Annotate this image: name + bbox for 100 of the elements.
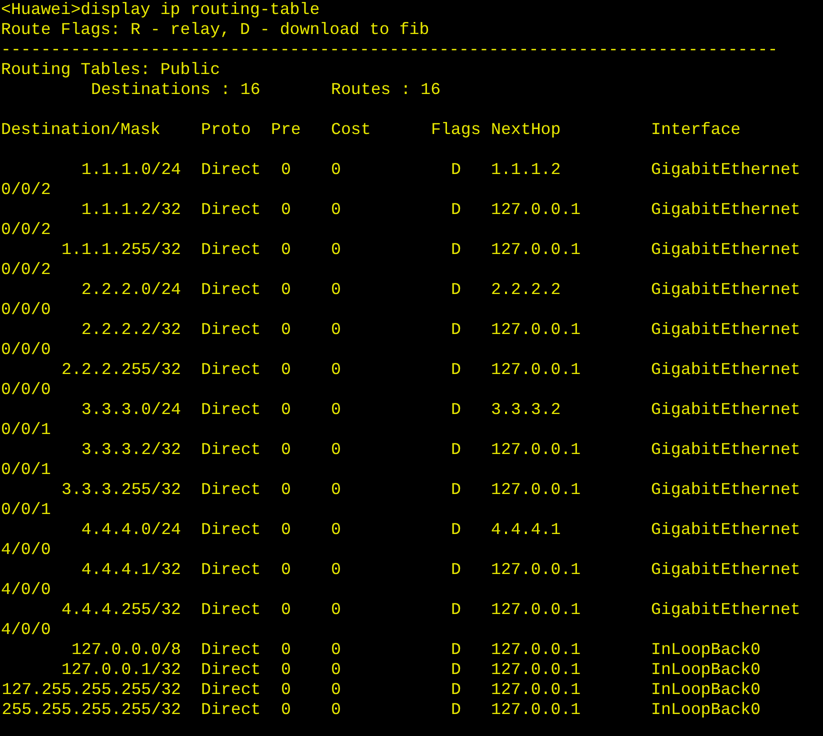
- command-line: <Huawei>display ip routing-table: [1, 0, 321, 20]
- flags-cell: D: [451, 400, 461, 420]
- cost-cell: 0: [331, 600, 341, 620]
- column-header: NextHop: [491, 120, 561, 140]
- proto-cell: Direct: [201, 680, 261, 700]
- cost-cell: 0: [331, 660, 341, 680]
- cost-cell: 0: [331, 320, 341, 340]
- proto-cell: Direct: [201, 600, 261, 620]
- nexthop-cell-text: 127.0.0.1: [491, 200, 582, 220]
- cost-cell: 0: [331, 240, 341, 260]
- destination-cell-text: 3.3.3.255/32: [60, 480, 181, 500]
- destinations-count: Destinations : 16: [91, 80, 262, 100]
- pre-cell: 0: [281, 280, 291, 300]
- destination-cell-text: 3.3.3.0/24: [80, 400, 181, 420]
- flags-cell: D: [451, 560, 461, 580]
- cost-cell: 0: [331, 680, 341, 700]
- nexthop-cell-text: 127.0.0.1: [491, 480, 582, 500]
- interface-cell-text: 0/0/0: [1, 380, 52, 400]
- pre-cell: 0: [281, 320, 291, 340]
- nexthop-cell-text: 3.3.3.2: [491, 400, 562, 420]
- interface-cell: GigabitEthernet: [651, 200, 801, 220]
- flags-cell: D: [451, 160, 461, 180]
- interface-cell-text: 0/0/0: [1, 340, 52, 360]
- cost-cell: 0: [331, 440, 341, 460]
- nexthop-cell-text: 4.4.4.1: [491, 520, 562, 540]
- destination-cell-text: 1.1.1.0/24: [80, 160, 181, 180]
- pre-cell: 0: [281, 480, 291, 500]
- route-flags-legend: Route Flags: R - relay, D - download to fib: [1, 20, 801, 40]
- flags-cell: D: [451, 280, 461, 300]
- column-header: Flags: [431, 120, 481, 140]
- pre-cell: 0: [281, 360, 291, 380]
- pre-cell: 0: [281, 240, 291, 260]
- interface-cell-text: 0/0/1: [1, 420, 52, 440]
- destination-cell-text: 4.4.4.0/24: [80, 520, 181, 540]
- destination-cell: 127.255.255.255/32: [1, 680, 181, 700]
- nexthop-cell-text: 127.0.0.1: [491, 360, 582, 380]
- nexthop-cell-text: 1.1.1.2: [491, 160, 562, 180]
- interface-cell-text: 0/0/1: [1, 500, 52, 520]
- pre-cell: 0: [281, 520, 291, 540]
- nexthop-cell-text: 127.0.0.1: [491, 700, 582, 720]
- cost-cell: 0: [331, 700, 341, 720]
- nexthop-cell-text: 127.0.0.1: [491, 680, 582, 700]
- proto-cell: Direct: [201, 440, 261, 460]
- nexthop-cell-text: 127.0.0.1: [491, 600, 582, 620]
- pre-cell: 0: [281, 700, 291, 720]
- destination-cell-text: 2.2.2.2/32: [80, 320, 181, 340]
- flags-cell: D: [451, 480, 461, 500]
- cost-cell: 0: [331, 200, 341, 220]
- interface-cell-text: 0/0/1: [1, 460, 52, 480]
- column-header: Proto: [201, 120, 252, 140]
- cost-cell: 0: [331, 640, 341, 660]
- proto-cell: Direct: [201, 640, 261, 660]
- flags-cell: D: [451, 700, 461, 720]
- flags-cell: D: [451, 640, 461, 660]
- proto-cell: Direct: [201, 520, 261, 540]
- interface-cell-text: InLoopBack0: [651, 660, 762, 680]
- column-header: Pre: [271, 120, 301, 140]
- pre-cell: 0: [281, 400, 291, 420]
- nexthop-cell-text: 127.0.0.1: [491, 440, 582, 460]
- interface-cell-text: 4/0/0: [1, 580, 52, 600]
- interface-cell-text: InLoopBack0: [651, 680, 762, 700]
- cost-cell: 0: [331, 400, 341, 420]
- cost-cell: 0: [331, 560, 341, 580]
- flags-cell: D: [451, 520, 461, 540]
- nexthop-cell-text: 127.0.0.1: [491, 320, 582, 340]
- proto-cell: Direct: [201, 280, 261, 300]
- destination-cell-text: 4.4.4.1/32: [80, 560, 181, 580]
- column-header: Destination/Mask: [1, 120, 162, 140]
- proto-cell: Direct: [201, 320, 261, 340]
- separator-line: ------------------------------------------------------------------------------: [1, 40, 779, 60]
- cost-cell: 0: [331, 480, 341, 500]
- cost-cell: 0: [331, 160, 341, 180]
- cost-cell: 0: [331, 280, 341, 300]
- flags-cell: D: [451, 360, 461, 380]
- interface-cell-text: InLoopBack0: [651, 640, 762, 660]
- destination-cell-text: 1.1.1.255/32: [60, 240, 181, 260]
- nexthop-cell-text: 127.0.0.1: [491, 640, 582, 660]
- proto-cell: Direct: [201, 660, 261, 680]
- column-header: Interface: [651, 120, 742, 140]
- proto-cell: Direct: [201, 400, 261, 420]
- interface-cell-text: InLoopBack0: [651, 700, 762, 720]
- interface-cell: GigabitEthernet: [651, 600, 801, 620]
- pre-cell: 0: [281, 440, 291, 460]
- destination-cell-text: 2.2.2.255/32: [60, 360, 181, 380]
- interface-cell: GigabitEthernet: [651, 240, 801, 260]
- interface-cell: GigabitEthernet: [651, 480, 801, 500]
- pre-cell: 0: [281, 160, 291, 180]
- interface-cell: GigabitEthernet: [651, 160, 801, 180]
- nexthop-cell-text: 127.0.0.1: [491, 560, 582, 580]
- proto-cell: Direct: [201, 700, 261, 720]
- pre-cell: 0: [281, 680, 291, 700]
- pre-cell: 0: [281, 600, 291, 620]
- routes-count: Routes : 16: [331, 80, 442, 100]
- flags-cell: D: [451, 200, 461, 220]
- interface-cell: GigabitEthernet: [651, 280, 801, 300]
- interface-cell-text: 4/0/0: [1, 620, 52, 640]
- nexthop-cell-text: 127.0.0.1: [491, 240, 582, 260]
- interface-cell-text: 0/0/0: [1, 300, 52, 320]
- interface-cell-text: 4/0/0: [1, 540, 52, 560]
- interface-cell: GigabitEthernet: [651, 320, 801, 340]
